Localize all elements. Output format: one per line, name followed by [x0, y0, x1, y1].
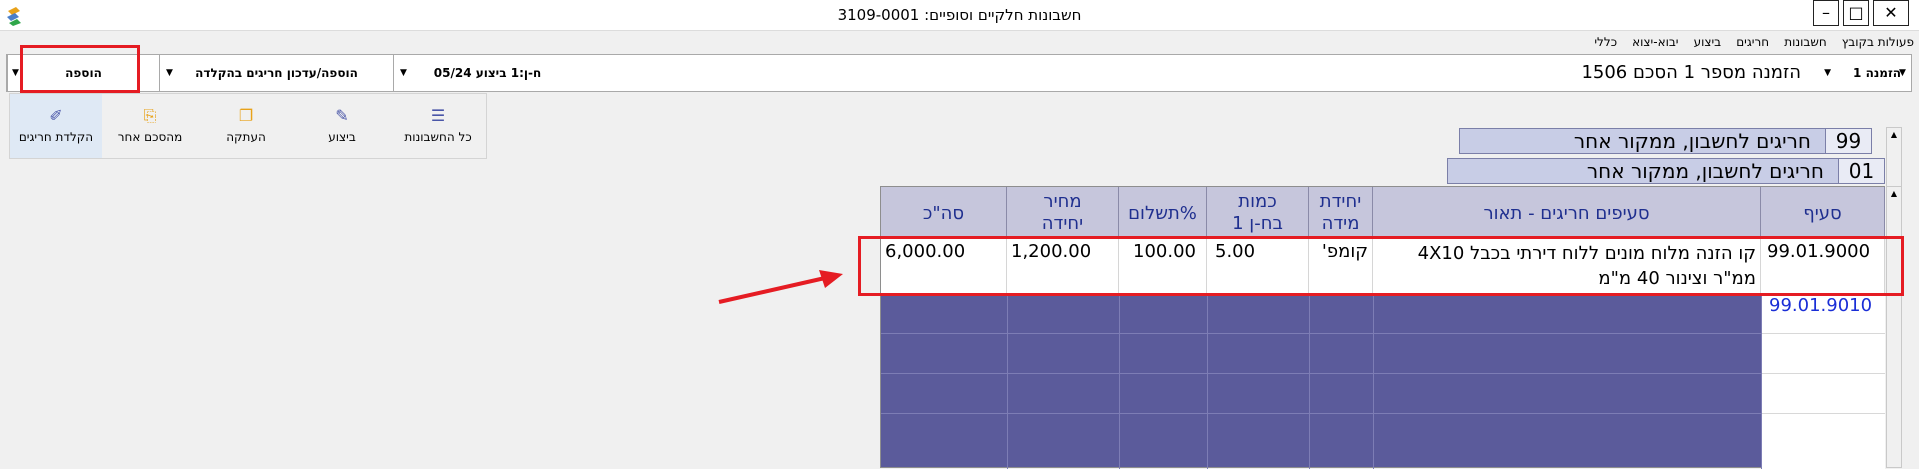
header-unit[interactable]: יחידת מידה: [1309, 187, 1373, 239]
window-title: חשבונות חלקיים וסופיים: 3109-0001: [837, 6, 1082, 24]
period-dropdown[interactable]: ▼ ח-ן:1 ביצוע 05/24: [393, 55, 581, 91]
all-accounts-label: כל החשבונות: [404, 130, 472, 144]
account-name: חריגים לחשבון, ממקור אחר: [1586, 159, 1824, 183]
copy-icon: ❐: [238, 106, 254, 125]
header-total[interactable]: סה"כ: [881, 187, 1007, 239]
header-section[interactable]: סעיף: [1761, 187, 1885, 239]
action-icon-bar: ☰ כל החשבונות ✎ ביצוע ❐ העתקה ⎘ מהסכם אח…: [9, 93, 487, 159]
header-section-label: סעיף: [1803, 203, 1842, 224]
exceptions-grid: סעיף סעיפים חריגים - תאור יחידת מידה כמו…: [880, 186, 1885, 469]
menu-accounts[interactable]: חשבונות: [1779, 31, 1832, 53]
copy-label: העתקה: [226, 130, 266, 144]
red-arrow-annotation: [718, 270, 843, 304]
copy-button[interactable]: ❐ העתקה: [198, 94, 294, 158]
chevron-down-icon[interactable]: ▼: [1899, 55, 1911, 91]
order-selector[interactable]: הזמנה 1 ▼ הזמנה מספר 1 הסכם 1506: [581, 55, 1911, 91]
app-logo-icon: [7, 7, 21, 26]
chevron-down-icon: ▼: [1824, 68, 1831, 78]
menu-execution[interactable]: ביצוע: [1689, 31, 1727, 53]
chevron-down-icon: ▼: [166, 68, 173, 78]
account-name: חריגים לחשבון, ממקור אחר: [1573, 129, 1811, 153]
close-button[interactable]: ✕: [1873, 0, 1909, 26]
period-label: ח-ן:1 ביצוע 05/24: [433, 66, 542, 80]
order-number-label: הזמנה 1: [1853, 66, 1901, 80]
account-row-99[interactable]: 99 חריגים לחשבון, ממקור אחר: [1459, 128, 1872, 154]
header-unit-price[interactable]: מחיר יחידה: [1007, 187, 1119, 239]
from-other-contract-label: מהסכם אחר: [117, 130, 183, 144]
minimize-button[interactable]: –: [1813, 0, 1839, 26]
execution-button[interactable]: ✎ ביצוע: [294, 94, 390, 158]
account-code: 99: [1825, 129, 1871, 153]
execution-label: ביצוע: [328, 130, 356, 144]
add-action-highlight: [20, 45, 140, 93]
selection-toolbar: ▼ הוספה ▼ הוספה/עדכון חריגים בהקלדה ▼ ח-…: [6, 54, 1912, 92]
edit-list-icon: ✎: [335, 106, 349, 125]
type-exceptions-button[interactable]: ✐ הקלדת חריגים: [10, 94, 102, 158]
menu-bar: פעולות בקובץ חשבונות חריגים ביצוע יבוא-י…: [0, 31, 1919, 53]
header-quantity[interactable]: כמות בח-ן 1: [1207, 187, 1309, 239]
mode-label: הוספה/עדכון חריגים בהקלדה: [195, 66, 358, 80]
menu-file-actions[interactable]: פעולות בקובץ: [1837, 31, 1919, 53]
header-description[interactable]: סעיפים חריגים - תאור: [1373, 187, 1761, 239]
pencil-list-icon: ✐: [49, 106, 63, 125]
mode-dropdown[interactable]: ▼ הוספה/עדכון חריגים בהקלדה: [159, 55, 393, 91]
scroll-up-icon[interactable]: ▲: [1887, 128, 1901, 142]
header-payment-label: %תשלום: [1128, 203, 1197, 224]
header-total-label: סה"כ: [922, 203, 965, 224]
grid-vertical-scrollbar[interactable]: ▲: [1886, 186, 1902, 468]
import-icon: ⎘: [143, 106, 157, 125]
menu-exceptions[interactable]: חריגים: [1731, 31, 1774, 53]
type-exceptions-label: הקלדת חריגים: [18, 130, 94, 144]
account-code: 01: [1838, 159, 1884, 183]
menu-import-export[interactable]: יבוא-יצוא: [1627, 31, 1683, 53]
menu-general[interactable]: כללי: [1589, 31, 1622, 53]
scroll-up-icon[interactable]: ▲: [1887, 187, 1901, 201]
order-description: הזמנה מספר 1 הסכם 1506: [1581, 62, 1801, 83]
chevron-down-icon: ▼: [12, 68, 19, 78]
list-icon: ☰: [430, 106, 446, 125]
header-payment-percent[interactable]: %תשלום: [1119, 187, 1207, 239]
header-description-label: סעיפים חריגים - תאור: [1483, 203, 1650, 224]
maximize-button[interactable]: □: [1843, 0, 1869, 26]
account-row-01[interactable]: 01 חריגים לחשבון, ממקור אחר: [1447, 158, 1885, 184]
row-highlight-box: [858, 236, 1904, 296]
chevron-down-icon: ▼: [400, 68, 407, 78]
next-section-link[interactable]: 99.01.9010: [1769, 295, 1872, 316]
from-other-contract-button[interactable]: ⎘ מהסכם אחר: [102, 94, 198, 158]
all-accounts-button[interactable]: ☰ כל החשבונות: [390, 94, 486, 158]
